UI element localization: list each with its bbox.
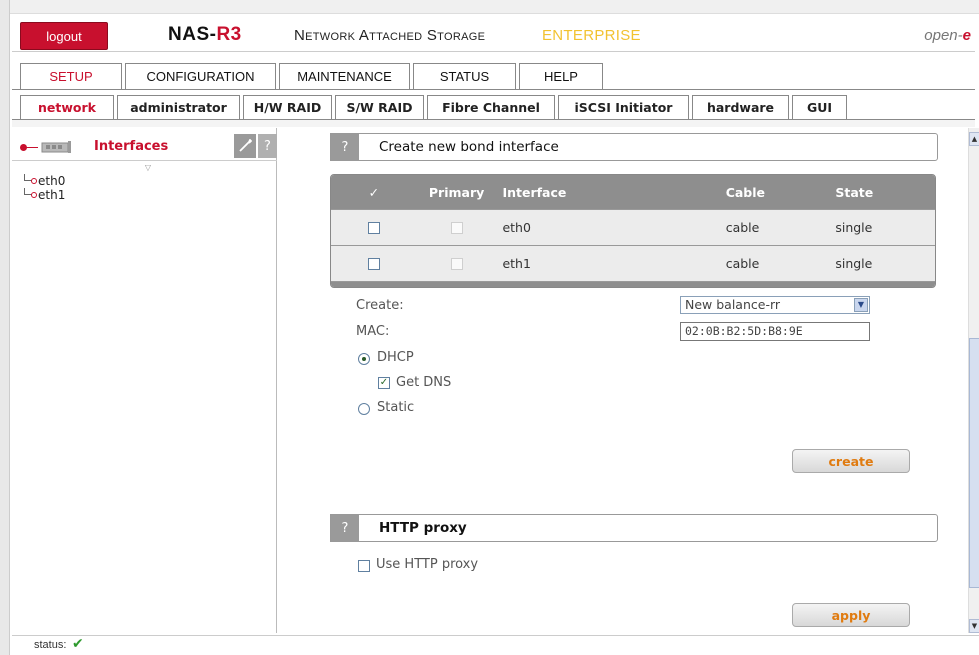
collapse-grip-icon[interactable]: ▽: [140, 164, 156, 172]
main-tabs: SETUP CONFIGURATION MAINTENANCE STATUS H…: [20, 63, 603, 89]
dhcp-label: DHCP: [377, 350, 414, 365]
column-header-primary: Primary: [428, 184, 485, 200]
proxy-section-title: HTTP proxy: [379, 520, 467, 536]
table-row: eth0 cable single: [331, 209, 935, 245]
tree-item-eth0[interactable]: eth0: [18, 174, 65, 188]
tab-maintenance[interactable]: MAINTENANCE: [279, 63, 410, 89]
product-subtitle: Network Attached Storage: [294, 27, 486, 44]
app-header: logout NAS-R3 Network Attached Storage E…: [12, 22, 975, 52]
static-radio[interactable]: [358, 403, 370, 415]
subtab-administrator[interactable]: administrator: [117, 95, 240, 119]
subtab-fibre-channel[interactable]: Fibre Channel: [427, 95, 555, 119]
tree-node-icon: [31, 178, 37, 184]
tab-status[interactable]: STATUS: [413, 63, 516, 89]
primary-checkbox: [450, 221, 463, 234]
browser-top-edge: [0, 0, 979, 14]
subtab-network[interactable]: network: [20, 95, 114, 119]
wrench-icon[interactable]: [234, 134, 256, 158]
network-card-icon: [41, 141, 71, 153]
create-button[interactable]: create: [792, 449, 910, 473]
create-label: Create:: [356, 298, 404, 313]
table-footer: [331, 281, 935, 287]
dhcp-radio[interactable]: [358, 353, 370, 365]
select-checkbox[interactable]: [367, 257, 380, 270]
tree-item-label: eth1: [38, 188, 66, 202]
subtab-gui[interactable]: GUI: [792, 95, 847, 119]
table-header-row: ✓ Primary Interface Cable State: [331, 175, 935, 209]
select-cell: [331, 257, 417, 270]
tab-configuration[interactable]: CONFIGURATION: [125, 63, 276, 89]
subtab-hw-raid[interactable]: H/W RAID: [243, 95, 332, 119]
scroll-down-icon[interactable]: ▼: [969, 619, 979, 633]
vendor-prefix: open-: [924, 27, 963, 44]
bond-section-title: Create new bond interface: [379, 139, 559, 155]
column-header-select: ✓: [368, 184, 380, 200]
subtab-hardware[interactable]: hardware: [692, 95, 789, 119]
column-header-cable: Cable: [725, 184, 766, 200]
help-icon[interactable]: ?: [258, 134, 277, 158]
bond-mode-select[interactable]: New balance-rr ▼: [680, 296, 870, 314]
primary-cell: [417, 257, 497, 270]
bond-section-header: ? Create new bond interface: [330, 133, 938, 161]
browser-left-edge: [0, 0, 10, 655]
mac-address-field[interactable]: 02:0B:B2:5D:B8:9E: [680, 322, 870, 341]
brand-suffix: R3: [216, 24, 242, 45]
primary-cell: [417, 221, 497, 234]
interface-cell: eth1: [502, 256, 531, 271]
sub-tabs-rule: [12, 119, 975, 127]
interfaces-panel: Interfaces ? ▽ eth0 eth1: [12, 128, 277, 633]
chevron-down-icon[interactable]: ▼: [854, 298, 868, 312]
subtab-sw-raid[interactable]: S/W RAID: [335, 95, 424, 119]
tab-help[interactable]: HELP: [519, 63, 603, 89]
scroll-thumb[interactable]: [969, 338, 979, 588]
sub-tabs: network administrator H/W RAID S/W RAID …: [20, 95, 847, 119]
interface-cell: eth0: [502, 220, 531, 235]
scroll-up-icon[interactable]: ▲: [969, 132, 979, 146]
primary-checkbox: [450, 257, 463, 270]
use-proxy-label: Use HTTP proxy: [376, 557, 479, 572]
use-proxy-checkbox[interactable]: [358, 560, 370, 572]
vendor-logo: open-e: [924, 27, 971, 44]
static-label: Static: [377, 400, 415, 415]
cable-cell: cable: [725, 220, 760, 235]
tree-item-label: eth0: [38, 174, 66, 188]
help-icon[interactable]: ?: [331, 515, 359, 541]
product-edition: ENTERPRISE: [542, 27, 641, 44]
main-content: ? Create new bond interface ✓ Primary In…: [280, 128, 968, 633]
column-header-interface: Interface: [502, 184, 567, 200]
tab-setup[interactable]: SETUP: [20, 63, 122, 89]
state-cell: single: [835, 256, 873, 271]
brand-prefix: NAS-: [168, 24, 217, 45]
vendor-suffix: e: [962, 27, 971, 44]
status-label: status:: [34, 639, 67, 651]
select-cell: [331, 221, 417, 234]
help-icon[interactable]: ?: [331, 134, 359, 160]
state-cell: single: [835, 220, 873, 235]
select-checkbox[interactable]: [367, 221, 380, 234]
cable-cell: cable: [725, 256, 760, 271]
main-tabs-rule: [12, 89, 975, 93]
column-header-state: State: [835, 184, 874, 200]
interfaces-tree: eth0 eth1: [18, 174, 65, 202]
get-dns-checkbox[interactable]: ✓: [378, 377, 390, 389]
check-icon: ✔: [72, 636, 84, 652]
get-dns-label: Get DNS: [396, 375, 452, 390]
tree-root-line: [26, 147, 38, 148]
table-row: eth1 cable single: [331, 245, 935, 281]
tree-item-eth1[interactable]: eth1: [18, 188, 65, 202]
mac-label: MAC:: [356, 324, 390, 339]
product-logo: NAS-R3: [168, 24, 242, 46]
proxy-section-header: ? HTTP proxy: [330, 514, 938, 542]
interfaces-panel-header: Interfaces ? ▽: [12, 131, 277, 172]
logout-button[interactable]: logout: [20, 22, 108, 50]
content-scrollbar[interactable]: ▲ ▼: [968, 128, 979, 633]
apply-button[interactable]: apply: [792, 603, 910, 627]
interfaces-title: Interfaces: [94, 139, 169, 154]
bond-mode-value: New balance-rr: [685, 297, 781, 312]
tree-node-icon: [31, 192, 37, 198]
status-bar: status: ✔: [12, 635, 979, 655]
bond-interfaces-table: ✓ Primary Interface Cable State eth0 cab…: [330, 174, 936, 288]
subtab-iscsi-initiator[interactable]: iSCSI Initiator: [558, 95, 689, 119]
